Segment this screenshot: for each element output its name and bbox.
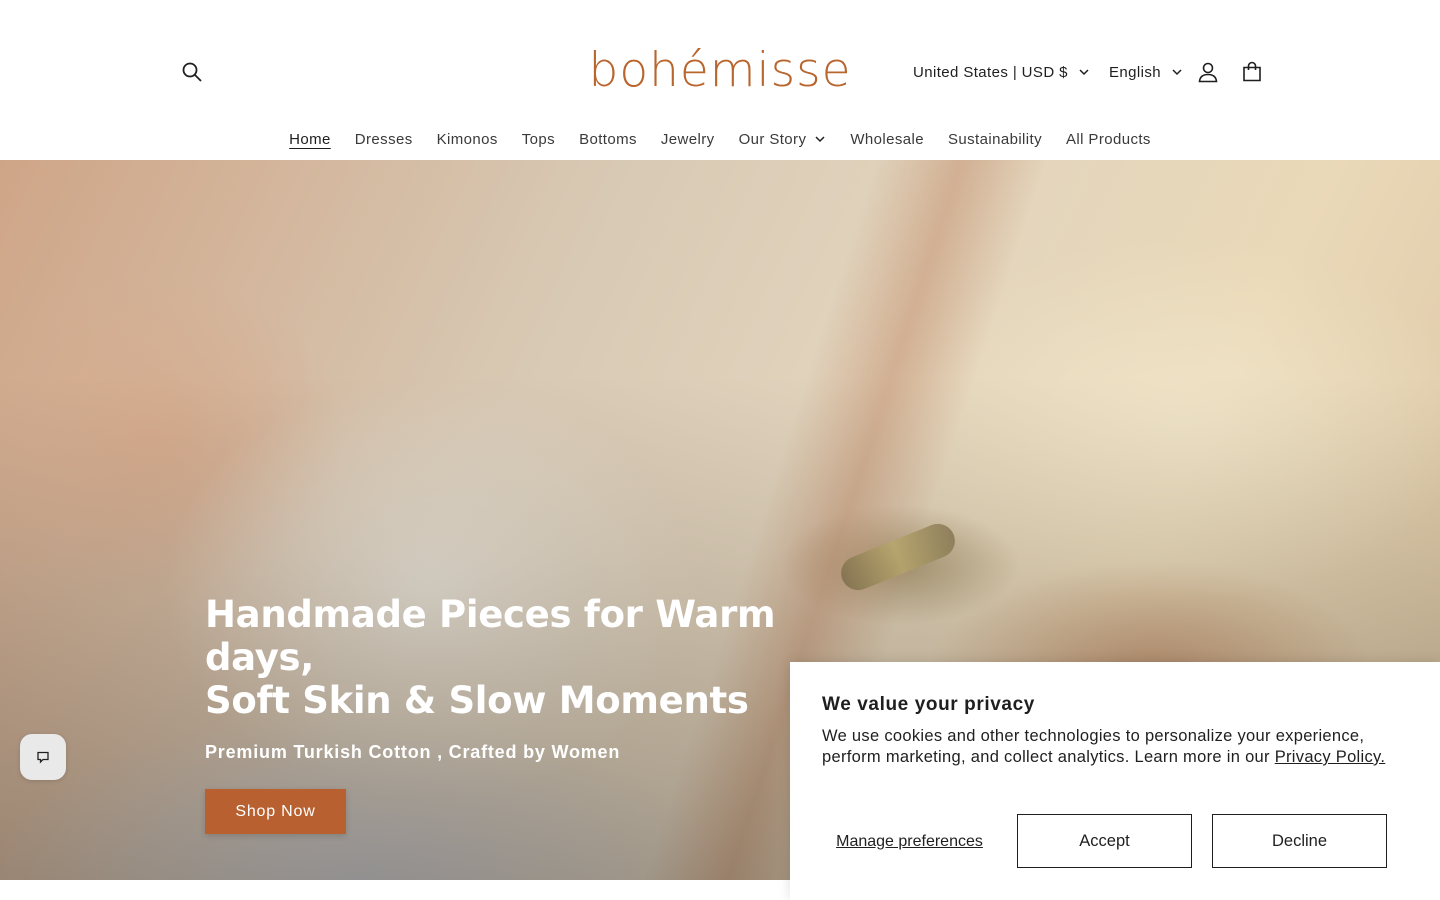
chat-button[interactable]	[20, 734, 66, 780]
user-icon	[1198, 62, 1218, 83]
hero-content: Handmade Pieces for Warm days, Soft Skin…	[205, 593, 845, 834]
chat-bubble-icon	[37, 751, 49, 764]
site-header: bohémisse United States | USD $ English …	[0, 0, 1440, 160]
cookie-banner-title: We value your privacy	[822, 694, 1035, 715]
chevron-down-icon	[815, 136, 825, 143]
privacy-policy-link[interactable]: Privacy Policy.	[1275, 748, 1386, 766]
hero-title-line2: Soft Skin & Slow Moments	[205, 679, 749, 722]
nav-item-jewelry[interactable]: Jewelry	[649, 120, 727, 158]
chevron-down-icon	[1079, 69, 1089, 76]
site-logo[interactable]: bohémisse	[578, 40, 862, 100]
nav-item-our-story-label: Our Story	[738, 130, 807, 148]
search-button[interactable]	[178, 58, 206, 86]
nav-item-our-story[interactable]: Our Story	[727, 120, 839, 158]
search-icon	[182, 62, 202, 82]
chevron-down-icon	[1172, 69, 1182, 76]
decline-button[interactable]: Decline	[1212, 814, 1387, 868]
cookie-banner: We value your privacy We use cookies and…	[790, 662, 1440, 900]
nav-item-bottoms[interactable]: Bottoms	[567, 120, 649, 158]
account-button[interactable]	[1194, 58, 1222, 86]
main-navigation: Home Dresses Kimonos Tops Bottoms Jewelr…	[0, 120, 1440, 158]
nav-item-wholesale[interactable]: Wholesale	[838, 120, 936, 158]
manage-preferences-link[interactable]: Manage preferences	[822, 814, 997, 868]
hero-subtitle: Premium Turkish Cotton , Crafted by Wome…	[205, 742, 621, 762]
cookie-banner-actions: Manage preferences Accept Decline	[822, 814, 1388, 868]
accept-button[interactable]: Accept	[1017, 814, 1192, 868]
hero-title-line1: Handmade Pieces for Warm days,	[205, 593, 776, 679]
shopping-bag-icon	[1243, 61, 1261, 82]
language-selector-label: English	[1109, 63, 1161, 81]
nav-item-all-products[interactable]: All Products	[1054, 120, 1163, 158]
hero-title: Handmade Pieces for Warm days, Soft Skin…	[205, 593, 845, 722]
cookie-banner-text: We use cookies and other technologies to…	[822, 726, 1408, 768]
nav-item-sustainability[interactable]: Sustainability	[936, 120, 1054, 158]
country-selector[interactable]: United States | USD $	[913, 60, 1090, 84]
cart-button[interactable]	[1238, 58, 1266, 86]
country-selector-label: United States | USD $	[913, 63, 1068, 81]
shop-now-button[interactable]: Shop Now	[205, 789, 346, 834]
nav-item-home[interactable]: Home	[277, 120, 343, 158]
nav-item-dresses[interactable]: Dresses	[343, 120, 425, 158]
nav-item-tops[interactable]: Tops	[510, 120, 567, 158]
language-selector[interactable]: English	[1109, 60, 1183, 84]
nav-item-kimonos[interactable]: Kimonos	[425, 120, 510, 158]
